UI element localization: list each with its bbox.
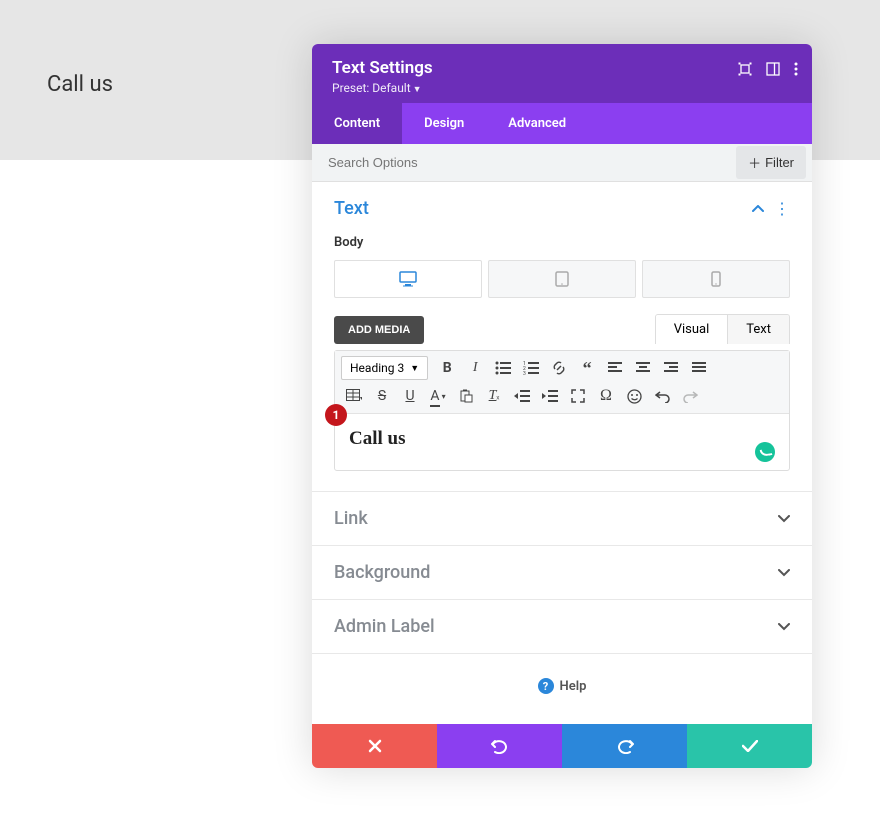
annotation-badge-1: 1 (325, 404, 347, 426)
modal-title: Text Settings (332, 58, 792, 78)
undo-icon[interactable] (649, 383, 675, 409)
special-char-icon[interactable]: Ω (593, 383, 619, 409)
settings-tabs: Content Design Advanced (312, 103, 812, 144)
outdent-icon[interactable] (509, 383, 535, 409)
fullscreen-icon[interactable] (565, 383, 591, 409)
modal-header: Text Settings Preset: Default▼ (312, 44, 812, 103)
text-color-icon[interactable]: A▾ (425, 383, 451, 409)
wysiwyg-editor: Heading 3 ▼ B I 123 (334, 350, 790, 471)
text-settings-modal: Text Settings Preset: Default▼ Content D… (312, 44, 812, 768)
device-phone[interactable] (642, 260, 790, 298)
format-select[interactable]: Heading 3 ▼ (341, 356, 428, 380)
panel-toggle-icon[interactable] (766, 62, 780, 76)
device-tablet[interactable] (488, 260, 636, 298)
redo-button[interactable] (562, 724, 687, 768)
underline-icon[interactable]: U (397, 383, 423, 409)
body-label: Body (334, 235, 790, 250)
save-button[interactable] (687, 724, 812, 768)
help-row[interactable]: ? Help (312, 654, 812, 724)
svg-text:3: 3 (523, 371, 526, 375)
tab-text-mode[interactable]: Text (727, 315, 789, 344)
header-icon-group (738, 62, 798, 76)
grammarly-icon[interactable] (755, 442, 775, 462)
clear-format-icon[interactable]: Tₓ (481, 383, 507, 409)
kebab-menu-icon[interactable]: ⋮ (774, 201, 790, 217)
modal-footer (312, 724, 812, 768)
bold-icon[interactable]: B (434, 355, 460, 381)
align-center-icon[interactable] (630, 355, 656, 381)
undo-button[interactable] (437, 724, 562, 768)
table-icon[interactable]: ▾ (341, 383, 367, 409)
section-link: Link (312, 492, 812, 546)
text-body-area: Body ADD MEDIA Visual Text (312, 235, 812, 491)
tab-visual[interactable]: Visual (656, 315, 728, 344)
search-row: ＋ Filter (312, 144, 812, 182)
section-text: Text ⋮ Body AD (312, 182, 812, 492)
section-admin-header[interactable]: Admin Label (312, 600, 812, 653)
editor-toolbar: Heading 3 ▼ B I 123 (335, 351, 789, 414)
svg-text:▾: ▾ (360, 395, 362, 402)
search-input[interactable] (312, 144, 736, 181)
tab-advanced[interactable]: Advanced (486, 103, 588, 144)
align-right-icon[interactable] (658, 355, 684, 381)
section-background: Background (312, 546, 812, 600)
caret-down-icon: ▼ (410, 363, 419, 374)
blockquote-icon[interactable]: “ (574, 355, 600, 381)
plus-icon: ＋ (748, 153, 761, 172)
help-icon: ? (538, 678, 554, 694)
section-admin-label: Admin Label (312, 600, 812, 654)
editor-heading-text[interactable]: Call us (349, 428, 775, 450)
paste-text-icon[interactable] (453, 383, 479, 409)
section-link-header[interactable]: Link (312, 492, 812, 545)
number-list-icon[interactable]: 123 (518, 355, 544, 381)
indent-icon[interactable] (537, 383, 563, 409)
editor-mode-tabs: Visual Text (655, 314, 790, 344)
redo-icon[interactable] (677, 383, 703, 409)
add-media-button[interactable]: ADD MEDIA (334, 316, 424, 344)
align-justify-icon[interactable] (686, 355, 712, 381)
responsive-device-tabs (334, 260, 790, 298)
link-icon[interactable] (546, 355, 572, 381)
bullet-list-icon[interactable] (490, 355, 516, 381)
editor-top-row: ADD MEDIA Visual Text (334, 314, 790, 344)
chevron-up-icon[interactable] (752, 205, 764, 213)
emoji-icon[interactable] (621, 383, 647, 409)
section-text-header[interactable]: Text ⋮ (312, 182, 812, 235)
editor-content-area[interactable]: 1 Call us (335, 414, 789, 470)
chevron-down-icon (778, 569, 790, 577)
caret-down-icon: ▼ (413, 85, 422, 95)
italic-icon[interactable]: I (462, 355, 488, 381)
page-text-callus: Call us (47, 72, 113, 97)
cancel-button[interactable] (312, 724, 437, 768)
expand-icon[interactable] (738, 62, 752, 76)
filter-button[interactable]: ＋ Filter (736, 146, 806, 179)
preset-dropdown[interactable]: Preset: Default▼ (332, 81, 792, 95)
section-background-header[interactable]: Background (312, 546, 812, 599)
tab-content[interactable]: Content (312, 103, 402, 144)
strikethrough-icon[interactable]: S (369, 383, 395, 409)
align-left-icon[interactable] (602, 355, 628, 381)
kebab-menu-icon[interactable] (794, 62, 798, 76)
chevron-down-icon (778, 515, 790, 523)
tab-design[interactable]: Design (402, 103, 486, 144)
device-desktop[interactable] (334, 260, 482, 298)
chevron-down-icon (778, 623, 790, 631)
